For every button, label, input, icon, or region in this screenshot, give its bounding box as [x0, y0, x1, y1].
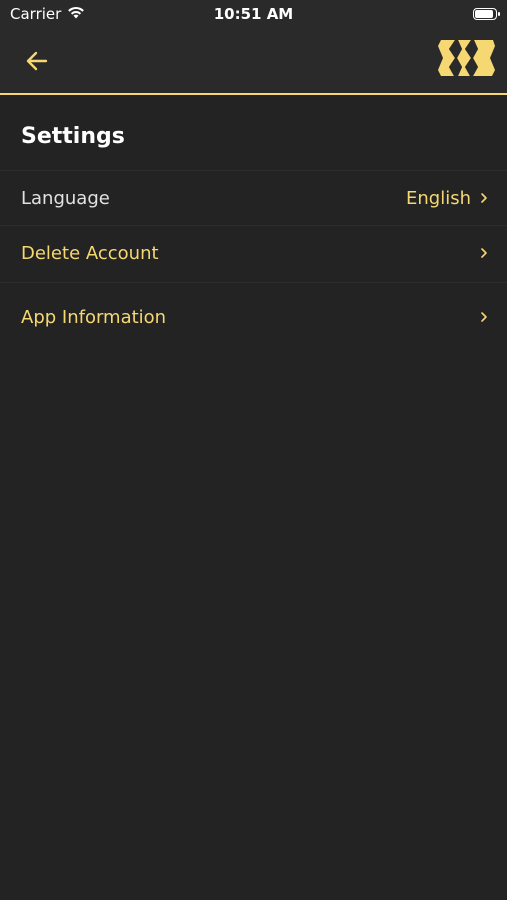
settings-item-label: Delete Account: [21, 242, 159, 264]
battery-icon: [473, 8, 500, 20]
back-button[interactable]: [22, 46, 52, 76]
chevron-right-icon: [479, 310, 489, 324]
language-value: English: [406, 187, 471, 209]
brand-logo-icon: [438, 40, 495, 76]
status-bar: Carrier 10:51 AM: [0, 0, 507, 30]
status-right: [473, 8, 500, 20]
settings-item-right: [479, 246, 489, 260]
nav-bar: [0, 30, 507, 95]
page-title: Settings: [21, 124, 125, 149]
battery-fill: [475, 10, 493, 18]
settings-item-language[interactable]: Language English: [0, 171, 507, 225]
settings-item-app-information[interactable]: App Information: [0, 290, 507, 344]
arrow-left-icon: [26, 51, 48, 71]
settings-screen: Carrier 10:51 AM Settings Language Engli…: [0, 0, 507, 900]
chevron-right-icon: [479, 191, 489, 205]
settings-item-label: App Information: [21, 306, 167, 328]
status-time: 10:51 AM: [213, 5, 294, 23]
settings-item-label: Language: [21, 187, 110, 209]
chevron-right-icon: [479, 246, 489, 260]
settings-item-right: English: [406, 188, 489, 209]
settings-item-delete-account[interactable]: Delete Account: [0, 226, 507, 280]
settings-item-right: [479, 310, 489, 324]
divider: [0, 282, 507, 283]
